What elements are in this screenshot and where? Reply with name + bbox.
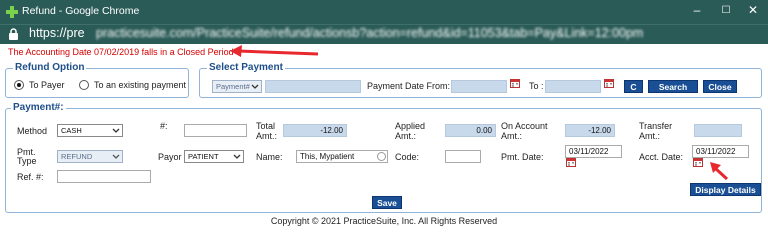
on-account-amt-label-1: On Account <box>501 121 548 131</box>
ref-label: Ref. #: <box>17 172 44 182</box>
payor-label: Payor <box>158 152 182 162</box>
display-details-button[interactable]: Display Details <box>690 183 761 196</box>
chevron-down-icon <box>233 154 241 159</box>
browser-titlebar: Refund - Google Chrome – ☐ ✕ <box>0 0 768 24</box>
clear-name-icon[interactable] <box>377 152 386 161</box>
annotation-arrow-icon <box>710 162 729 181</box>
chevron-down-icon <box>112 154 120 159</box>
applied-amt-input: 0.00 <box>445 124 496 137</box>
search-button[interactable]: Search <box>648 80 698 93</box>
payment-field-select[interactable]: Payment# <box>212 80 262 93</box>
ref-input[interactable] <box>57 170 151 183</box>
code-input[interactable] <box>445 150 481 163</box>
lock-icon <box>9 28 18 40</box>
payment-field-select-value: Payment# <box>216 82 250 91</box>
payment-search-input[interactable] <box>265 80 361 93</box>
calendar-icon[interactable] <box>604 78 614 88</box>
payor-select-value: PATIENT <box>188 152 219 161</box>
to-existing-radio[interactable] <box>79 80 89 90</box>
url-prefix: https://pre <box>29 26 85 40</box>
calendar-icon[interactable] <box>693 157 703 167</box>
close-window-button[interactable]: ✕ <box>740 3 766 17</box>
transfer-amt-label-1: Transfer <box>639 121 673 131</box>
method-select-value: CASH <box>61 126 82 135</box>
window-title: Refund - Google Chrome <box>22 5 140 17</box>
total-amt-label-1: Total <box>256 121 276 131</box>
payment-date-from-label: Payment Date From: <box>367 81 451 91</box>
annotation-arrow-icon <box>230 45 319 57</box>
url-blurred: practicesuite.com/PracticeSuite/refund/a… <box>96 26 644 40</box>
c-button[interactable]: C <box>624 80 643 93</box>
select-payment-legend: Select Payment <box>207 62 285 73</box>
chevron-down-icon <box>251 84 259 89</box>
save-button[interactable]: Save <box>372 196 402 209</box>
pmt-date-label: Pmt. Date: <box>501 152 544 162</box>
transfer-amt-label-2: Amt.: <box>639 131 661 141</box>
close-button[interactable]: Close <box>703 80 737 93</box>
payment-date-to-input[interactable] <box>545 80 601 93</box>
address-bar[interactable]: practicesuite.com/PracticeSuite/refund/a… <box>0 24 768 44</box>
pmt-type-select-value: REFUND <box>61 152 93 161</box>
applied-amt-label-1: Applied <box>395 121 426 131</box>
acct-date-label: Acct. Date: <box>639 152 684 162</box>
refund-option-legend: Refund Option <box>13 62 87 73</box>
minimize-button[interactable]: – <box>684 3 710 17</box>
name-input[interactable]: This, Mypatient <box>296 150 388 163</box>
hash-label: #: <box>160 121 168 131</box>
hash-input[interactable] <box>184 124 247 137</box>
transfer-amt-input <box>694 124 742 137</box>
closed-period-warning: The Accounting Date 07/02/2019 falls in … <box>8 47 234 57</box>
calendar-icon[interactable] <box>510 78 520 88</box>
name-label: Name: <box>256 152 283 162</box>
method-label: Method <box>17 126 48 136</box>
to-existing-label: To an existing payment <box>94 80 187 90</box>
on-account-amt-label-2: Amt.: <box>501 131 523 141</box>
chevron-down-icon <box>112 128 120 133</box>
to-payer-radio[interactable] <box>14 80 24 90</box>
payment-date-from-input[interactable] <box>451 80 507 93</box>
payor-select[interactable]: PATIENT <box>184 150 244 163</box>
calendar-icon[interactable] <box>566 157 576 167</box>
pmt-type-label-2: Type <box>17 156 37 166</box>
to-date-label: To : <box>529 81 544 91</box>
to-payer-label: To Payer <box>29 80 65 90</box>
practicesuite-logo-icon <box>6 6 18 18</box>
copyright-footer: Copyright © 2021 PracticeSuite, Inc. All… <box>270 216 498 226</box>
total-amt-input: -12.00 <box>283 124 347 137</box>
maximize-button[interactable]: ☐ <box>713 5 739 16</box>
payment-details-legend: Payment#: <box>11 102 66 113</box>
method-select[interactable]: CASH <box>57 124 123 137</box>
pmt-type-select[interactable]: REFUND <box>57 150 123 163</box>
code-label: Code: <box>395 152 420 162</box>
applied-amt-label-2: Amt.: <box>395 131 417 141</box>
on-account-amt-input: -12.00 <box>565 124 615 137</box>
total-amt-label-2: Amt.: <box>256 131 278 141</box>
name-input-value: This, Mypatient <box>300 152 355 161</box>
